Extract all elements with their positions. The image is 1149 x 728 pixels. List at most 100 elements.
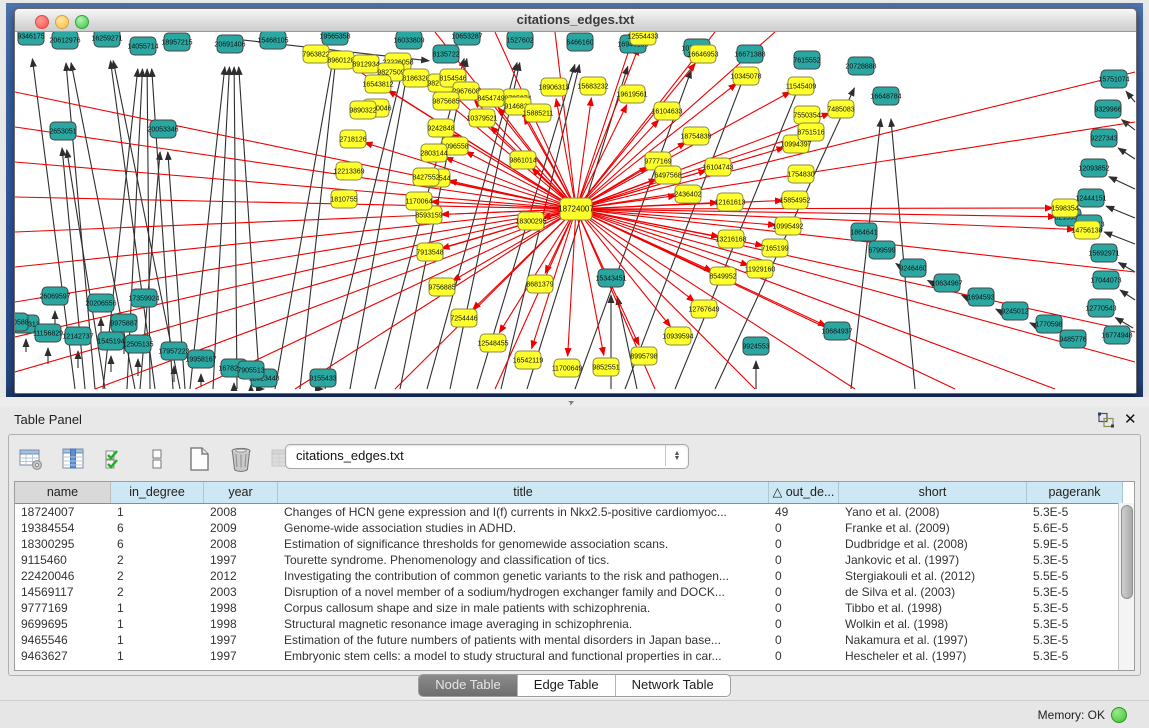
table-cell[interactable]: de Silva et al. (2003) [839, 584, 1027, 600]
graph-node-selected[interactable]: 8751516 [797, 123, 824, 141]
graph-node-selected[interactable]: 16104633 [651, 102, 682, 120]
column-header-short[interactable]: short [839, 482, 1027, 503]
table-cell[interactable]: Wolkin et al. (1998) [839, 616, 1027, 632]
graph-node[interactable]: 9346175 [17, 32, 44, 45]
table-row[interactable]: 969969511998Structural magnetic resonanc… [15, 616, 1134, 632]
table-cell[interactable]: Hescheler et al. (1997) [839, 648, 1027, 664]
float-panel-icon[interactable] [1097, 412, 1115, 428]
graph-node-selected[interactable]: 7550354 [793, 106, 820, 124]
graph-node-selected[interactable]: 8454749 [477, 89, 504, 107]
graph-node-selected[interactable]: 15885211 [523, 104, 554, 122]
table-cell[interactable]: 0 [769, 600, 839, 616]
table-cell[interactable]: 0 [769, 552, 839, 568]
table-row[interactable]: 1872400712008Changes of HCN gene express… [15, 504, 1134, 520]
citation-edge[interactable] [300, 59, 336, 389]
graph-node[interactable]: 15468105 [257, 32, 288, 49]
table-cell[interactable]: 5.3E-5 [1027, 584, 1123, 600]
table-cell[interactable]: 49 [769, 504, 839, 520]
table-row[interactable]: 1456911722003Disruption of a novel membe… [15, 584, 1134, 600]
graph-node-selected[interactable]: 9875685 [432, 92, 459, 110]
graph-node[interactable]: 15751074 [1098, 70, 1129, 88]
table-settings-icon[interactable] [17, 445, 45, 473]
table-cell[interactable]: 9465546 [15, 632, 111, 648]
graph-node[interactable]: 2160588 [15, 313, 29, 331]
table-cell[interactable]: Stergiakouli et al. (2012) [839, 568, 1027, 584]
table-cell[interactable]: 5.3E-5 [1027, 616, 1123, 632]
table-cell[interactable]: Structural magnetic resonance image aver… [278, 616, 769, 632]
graph-node[interactable]: 9924553 [742, 337, 769, 355]
network-canvas[interactable]: 9346175206129761625927114055714189572152… [15, 32, 1136, 391]
delete-rows-trash-icon[interactable] [227, 445, 255, 473]
table-cell[interactable]: 1 [111, 648, 204, 664]
graph-node-selected[interactable]: 1170064 [406, 192, 433, 210]
table-row[interactable]: 946554611997Estimation of the future num… [15, 632, 1134, 648]
column-header-title[interactable]: title [278, 482, 769, 503]
table-cell[interactable]: 1 [111, 616, 204, 632]
citation-edge[interactable] [213, 67, 229, 389]
graph-node-selected[interactable]: 7913548 [416, 243, 443, 261]
table-cell[interactable]: 5.5E-5 [1027, 568, 1123, 584]
graph-node-selected[interactable]: 1754830 [787, 165, 814, 183]
graph-node[interactable]: 20206556 [85, 294, 116, 312]
graph-node[interactable]: 20053346 [147, 120, 178, 138]
graph-node[interactable]: 16259271 [91, 32, 122, 47]
table-cell[interactable]: 5.3E-5 [1027, 504, 1123, 520]
citation-network-graph[interactable]: 9346175206129761625927114055714189572152… [15, 32, 1136, 391]
graph-node[interactable]: 7615552 [793, 51, 820, 69]
table-cell[interactable]: 5.9E-5 [1027, 536, 1123, 552]
graph-node-selected[interactable]: 12554433 [627, 32, 658, 45]
citation-edge[interactable] [1118, 148, 1135, 159]
table-cell[interactable]: 1997 [204, 552, 278, 568]
table-cell[interactable]: Corpus callosum shape and size in male p… [278, 600, 769, 616]
table-cell[interactable]: 1 [111, 600, 204, 616]
column-header-pagerank[interactable]: pagerank [1027, 482, 1123, 503]
graph-node-selected[interactable]: 8960128 [327, 51, 354, 69]
table-cell[interactable]: 14569117 [15, 584, 111, 600]
graph-node-selected[interactable]: 7165199 [761, 239, 788, 257]
table-cell[interactable]: Embryonic stem cells: a model to study s… [278, 648, 769, 664]
citation-edge-selected[interactable] [438, 180, 576, 209]
citation-edge[interactable] [234, 67, 237, 389]
table-cell[interactable]: 2012 [204, 568, 278, 584]
table-cell[interactable]: Genome-wide association studies in ADHD. [278, 520, 769, 536]
graph-node-selected[interactable]: 9852551 [592, 358, 619, 376]
graph-node[interactable]: 1770598 [1035, 315, 1062, 333]
graph-node[interactable]: 9227343 [1090, 129, 1117, 147]
graph-node-selected[interactable]: 9861014 [509, 151, 536, 169]
citation-edge[interactable] [275, 59, 333, 389]
graph-node-selected[interactable]: 11700649 [552, 359, 583, 377]
column-header-year[interactable]: year [204, 482, 278, 503]
graph-node-selected[interactable]: 2436402 [674, 185, 701, 203]
graph-node[interactable]: 20612976 [49, 32, 80, 49]
table-row[interactable]: 1938455462009Genome-wide association stu… [15, 520, 1134, 536]
graph-node-selected[interactable]: 2803144 [420, 144, 447, 162]
table-cell[interactable]: 5.3E-5 [1027, 632, 1123, 648]
graph-node-selected[interactable]: 18906313 [538, 78, 569, 96]
graph-node[interactable]: 17044073 [1090, 271, 1121, 289]
table-cell[interactable]: 0 [769, 584, 839, 600]
column-header-name[interactable]: name [15, 482, 111, 503]
table-cell[interactable]: 18300295 [15, 536, 111, 552]
table-cell[interactable]: 19384554 [15, 520, 111, 536]
graph-node-selected[interactable]: 9756885 [428, 278, 455, 296]
graph-node-selected[interactable]: 12548455 [477, 334, 508, 352]
graph-node[interactable]: 9975887 [110, 314, 137, 332]
table-cell[interactable]: 2009 [204, 520, 278, 536]
graph-node[interactable]: 14055714 [127, 37, 158, 55]
graph-node[interactable]: 12444151 [1075, 189, 1106, 207]
graph-node[interactable]: 1694593 [967, 288, 994, 306]
citation-edge[interactable] [1104, 232, 1135, 244]
citation-edge[interactable] [1126, 91, 1135, 102]
graph-node[interactable]: 15343451 [595, 269, 626, 287]
table-cell[interactable]: 0 [769, 632, 839, 648]
unselect-rows-icon[interactable] [143, 445, 171, 473]
graph-node[interactable]: 12770543 [1085, 299, 1116, 317]
column-select-icon[interactable] [59, 445, 87, 473]
graph-node[interactable]: 7905513 [237, 361, 264, 379]
table-cell[interactable]: 6 [111, 520, 204, 536]
graph-node[interactable]: 20691406 [214, 35, 245, 53]
graph-node[interactable]: 17359924 [128, 289, 159, 307]
graph-node[interactable]: 10684937 [821, 322, 852, 340]
table-cell[interactable]: 1997 [204, 648, 278, 664]
table-cell[interactable]: Nakamura et al. (1997) [839, 632, 1027, 648]
